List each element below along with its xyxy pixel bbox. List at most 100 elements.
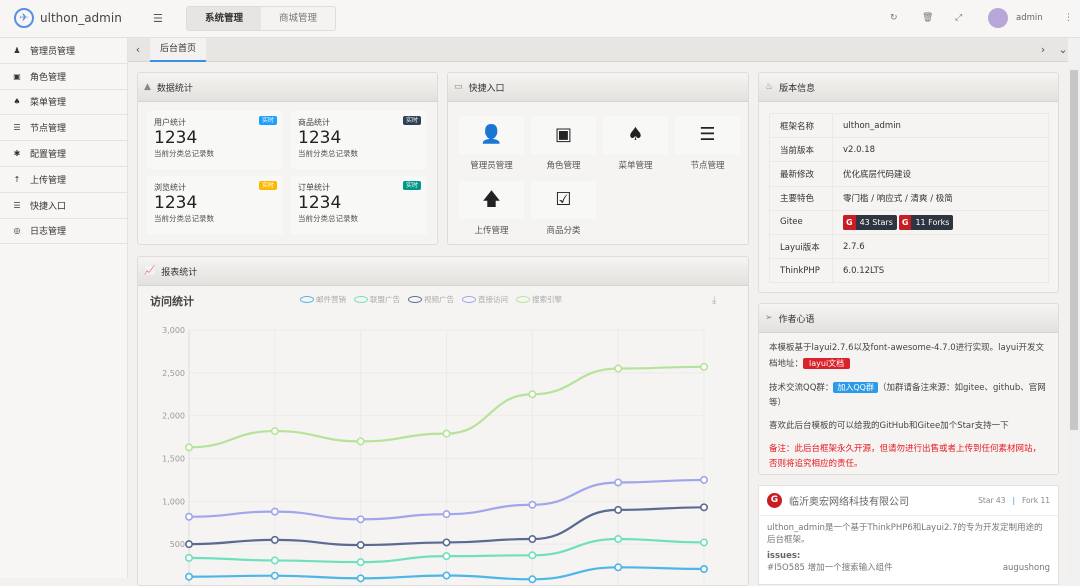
data-point[interactable] (701, 566, 707, 572)
sidebar-item[interactable]: ▣角色管理 (0, 64, 127, 90)
data-point[interactable] (529, 552, 535, 558)
data-point[interactable] (272, 537, 278, 543)
version-value: G43 StarsG11 Forks (833, 210, 1049, 234)
data-point[interactable] (357, 438, 363, 444)
data-point[interactable] (615, 365, 621, 371)
gitee-forks-badge[interactable]: G11 Forks (899, 215, 954, 230)
data-point[interactable] (529, 536, 535, 542)
topnav-system[interactable]: 系统管理 (187, 7, 261, 30)
data-point[interactable] (615, 536, 621, 542)
data-point[interactable] (357, 559, 363, 565)
sidebar-item[interactable]: ✱ 配置管理 (0, 141, 127, 167)
data-point[interactable] (443, 430, 449, 436)
menu-toggle-icon[interactable]: ☰ (153, 12, 163, 25)
data-point[interactable] (357, 575, 363, 581)
sidebar-item-label: 配置管理 (30, 147, 66, 160)
sidebar-item-label: 管理员管理 (30, 44, 75, 57)
topnav-shop[interactable]: 商城管理 (261, 7, 335, 30)
version-value: 零门槛 / 响应式 / 清爽 / 极简 (833, 186, 1049, 210)
tab-next-icon[interactable]: › (1033, 38, 1053, 62)
scrollbar-thumb[interactable] (1070, 70, 1078, 430)
gitee-star[interactable]: Star 43 (978, 496, 1005, 505)
data-point[interactable] (272, 557, 278, 563)
data-point[interactable] (615, 479, 621, 485)
panel-title: 作者心语 (779, 312, 815, 325)
quick-entry[interactable]: ☰节点管理 (675, 116, 740, 171)
panel-title: 快捷入口 (469, 81, 505, 94)
sidebar-item[interactable]: ☰快捷入口 (0, 193, 127, 219)
stat-value: 1234 (154, 128, 276, 148)
tab-prev-icon[interactable]: ‹ (128, 38, 148, 62)
quick-entry[interactable]: ☑商品分类 (531, 181, 596, 236)
data-point[interactable] (615, 507, 621, 513)
gitee-org[interactable]: 临沂奥宏网络科技有限公司 (789, 493, 971, 508)
version-panel: ♨版本信息 框架名称ulthon_admin当前版本v2.0.18最新修改优化底… (758, 72, 1059, 293)
data-point[interactable] (186, 444, 192, 450)
data-point[interactable] (443, 539, 449, 545)
data-point[interactable] (443, 553, 449, 559)
user-name[interactable]: admin (1016, 13, 1043, 23)
issue-item[interactable]: #I5O585 增加一个搜索输入组件augushong (767, 562, 1050, 574)
asterisk-icon: ✱ (12, 149, 22, 158)
quick-entry[interactable]: ♠菜单管理 (603, 116, 668, 171)
gitee-fork[interactable]: Fork 11 (1022, 496, 1050, 505)
data-point[interactable] (186, 514, 192, 520)
gitee-card: G 临沂奥宏网络科技有限公司 Star 43|Fork 11 ulthon_ad… (758, 485, 1059, 585)
gitee-desc: ulthon_admin是一个基于ThinkPHP6和Layui2.7的专为开发… (767, 522, 1050, 546)
tab-home[interactable]: 后台首页 (150, 38, 206, 62)
data-point[interactable] (529, 502, 535, 508)
credit-card-icon: ▭ (454, 82, 463, 92)
avatar[interactable] (988, 8, 1008, 28)
data-point[interactable] (615, 564, 621, 570)
realtime-badge: 实时 (259, 116, 277, 125)
list-icon: ☰ (12, 123, 22, 132)
y-tick-label: 500 (170, 540, 185, 549)
stats-panel: ▲数据统计 用户统计1234当前分类总记录数实时商品统计1234当前分类总记录数… (137, 72, 438, 245)
realtime-badge: 实时 (403, 116, 421, 125)
refresh-icon[interactable]: ↻ (890, 13, 898, 23)
app-logo[interactable]: ✈ulthon_admin (14, 8, 122, 28)
join-qq-button[interactable]: 加入QQ群 (833, 382, 878, 393)
data-point[interactable] (701, 364, 707, 370)
data-point[interactable] (701, 504, 707, 510)
layui-doc-button[interactable]: layui文档 (803, 358, 850, 369)
data-point[interactable] (186, 541, 192, 547)
realtime-badge: 实时 (403, 181, 421, 190)
gitee-stars-badge[interactable]: G43 Stars (843, 215, 897, 230)
quick-entry[interactable]: 👤管理员管理 (459, 116, 524, 171)
stat-desc: 当前分类总记录数 (154, 213, 276, 224)
sidebar-item[interactable]: ☰节点管理 (0, 115, 127, 141)
version-row: GiteeG43 StarsG11 Forks (770, 210, 1049, 234)
data-point[interactable] (357, 516, 363, 522)
data-point[interactable] (357, 542, 363, 548)
fullscreen-icon[interactable]: ⤢ (955, 13, 962, 23)
tab-menu-icon[interactable]: ⌄ (1053, 38, 1073, 62)
data-point[interactable] (272, 428, 278, 434)
sidebar-item[interactable]: ↑上传管理 (0, 167, 127, 193)
quick-entry[interactable]: 🡅上传管理 (459, 181, 524, 236)
y-tick-label: 2,500 (162, 369, 185, 378)
data-point[interactable] (186, 555, 192, 561)
sidebar-item[interactable]: ◎日志管理 (0, 219, 127, 245)
arrow-up-icon: 🡅 (459, 181, 524, 219)
data-point[interactable] (272, 508, 278, 514)
quick-entry[interactable]: ▣角色管理 (531, 116, 596, 171)
stat-title: 浏览统计 (154, 182, 276, 193)
trash-icon[interactable]: 🗑 (922, 13, 933, 23)
more-icon[interactable]: ⋮ (1064, 13, 1073, 23)
data-point[interactable] (701, 539, 707, 545)
stat-value: 1234 (154, 193, 276, 213)
author-panel: ➢作者心语 本模板基于layui2.7.6以及font-awesome-4.7.… (758, 303, 1059, 475)
data-point[interactable] (186, 574, 192, 580)
license-note: 备注：此后台框架永久开源，但请勿进行出售或者上传到任何素材网站，否则将追究相应的… (769, 442, 1048, 472)
data-point[interactable] (701, 477, 707, 483)
sidebar-item[interactable]: ♟管理员管理 (0, 38, 127, 64)
tab-bar: ‹ 后台首页 › ⌄ (128, 38, 1068, 62)
version-key: 最新修改 (770, 162, 833, 186)
data-point[interactable] (529, 576, 535, 582)
data-point[interactable] (443, 511, 449, 517)
data-point[interactable] (529, 391, 535, 397)
issue-title[interactable]: #I5O585 增加一个搜索输入组件 (767, 562, 893, 574)
sidebar-item[interactable]: ♠菜单管理 (0, 90, 127, 116)
y-tick-label: 1,500 (162, 455, 185, 464)
